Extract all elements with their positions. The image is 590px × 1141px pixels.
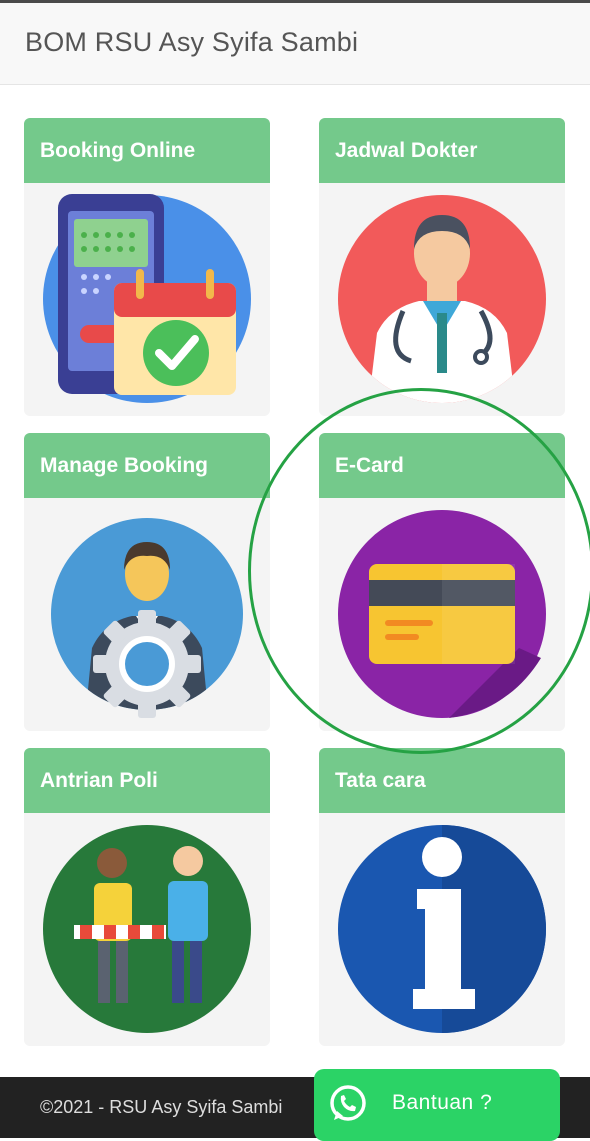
menu-card-label: Booking Online bbox=[24, 118, 270, 183]
calendar-phone-icon bbox=[24, 183, 270, 416]
help-button-label: Bantuan ? bbox=[392, 1091, 493, 1114]
menu-card-tata-cara[interactable]: Tata cara bbox=[319, 748, 565, 1046]
app-header: BOM RSU Asy Syifa Sambi bbox=[0, 3, 590, 85]
whatsapp-icon bbox=[330, 1085, 366, 1121]
menu-card-e-card[interactable]: E-Card bbox=[319, 433, 565, 731]
menu-card-booking-online[interactable]: Booking Online bbox=[24, 118, 270, 416]
info-icon bbox=[319, 813, 565, 1046]
menu-card-label: Manage Booking bbox=[24, 433, 270, 498]
queue-people-icon bbox=[24, 813, 270, 1046]
manager-gear-icon bbox=[24, 498, 270, 731]
doctor-icon bbox=[319, 183, 565, 416]
menu-card-label: E-Card bbox=[319, 433, 565, 498]
menu-card-antrian-poli[interactable]: Antrian Poli bbox=[24, 748, 270, 1046]
page-title: BOM RSU Asy Syifa Sambi bbox=[25, 27, 359, 57]
menu-card-jadwal-dokter[interactable]: Jadwal Dokter bbox=[319, 118, 565, 416]
menu-card-manage-booking[interactable]: Manage Booking bbox=[24, 433, 270, 731]
footer-copyright: ©2021 - RSU Asy Syifa Sambi bbox=[40, 1097, 283, 1117]
credit-card-icon bbox=[319, 498, 565, 731]
menu-card-label: Antrian Poli bbox=[24, 748, 270, 813]
menu-card-label: Tata cara bbox=[319, 748, 565, 813]
help-button[interactable]: Bantuan ? bbox=[314, 1069, 560, 1141]
menu-card-label: Jadwal Dokter bbox=[319, 118, 565, 183]
